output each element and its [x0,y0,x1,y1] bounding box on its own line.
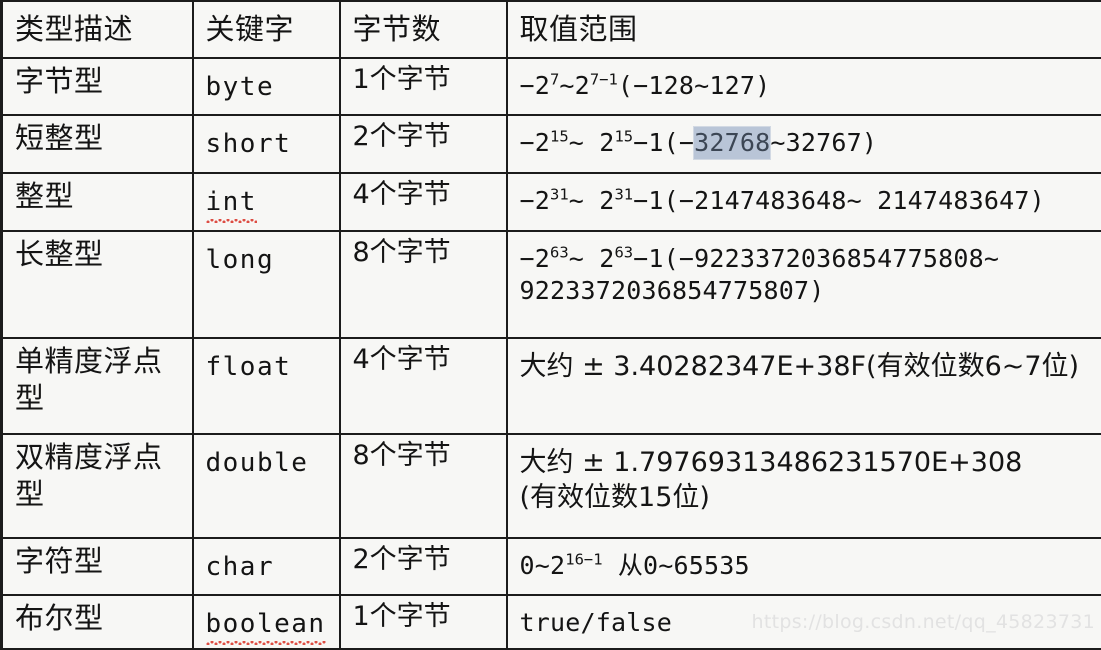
table-row: 双精度浮点型 double 8个字节大约 ± 1.79769313486231570… [2,434,1101,538]
cell-byte-count: 2个字节 [340,115,507,173]
value-range-text: −263~ 263−1(−9223372036854775808~9223372… [520,236,1092,307]
header-cell-keyword: 关键字 [193,1,340,58]
type-description-text: 整型 [15,178,182,215]
cell-byte-count: 2个字节 [340,538,507,595]
byte-count-text: 4个字节 [353,178,496,213]
header-cell-byte-count: 字节数 [340,1,507,58]
exponent: 15 [550,128,569,146]
byte-count-text: 2个字节 [353,543,496,578]
exponent: 63 [614,244,633,262]
keyword-text: long [206,236,329,277]
cell-keyword: byte [193,58,340,115]
cell-keyword: int [193,173,340,231]
type-description-text: 字符型 [15,543,182,580]
cell-type-description: 字符型 [2,538,193,595]
table-header-row: 类型描述 关键字 字节数 取值范围 [2,1,1101,58]
value-range-text: −27~27−1(−128~127) [520,63,1092,102]
value-range-text: −215~ 215−1(−32768~32767) [520,120,1092,159]
value-range-text: 0~216−1 从0~65535 [520,543,1092,582]
value-range-text: true/false [520,600,1092,639]
spellcheck-underline: boolean [206,608,326,641]
keyword-text: int [206,178,329,219]
cell-byte-count: 4个字节 [340,173,507,231]
byte-count-text: 8个字节 [353,236,496,271]
cell-type-description: 短整型 [2,115,193,173]
cell-keyword: long [193,231,340,338]
exponent: 7 [550,71,559,89]
header-cell-value-range: 取值范围 [507,1,1101,58]
exponent: 16−1 [565,551,602,569]
cell-type-description: 双精度浮点型 [2,434,193,538]
byte-count-text: 4个字节 [353,343,496,378]
byte-count-text: 2个字节 [353,120,496,155]
type-description-text: 双精度浮点型 [15,439,182,513]
value-range-text: 大约 ± 3.40282347E+38F(有效位数6~7位) [520,343,1092,385]
keyword-text: short [206,120,329,161]
header-label-keyword: 关键字 [206,6,329,48]
selected-text-run[interactable]: 32768 [694,127,770,159]
exponent: 63 [550,244,569,262]
cell-type-description: 单精度浮点型 [2,338,193,434]
table-row: 字符型 char 2个字节 0~216−1 从0~65535 [2,538,1101,595]
header-cell-type-description: 类型描述 [2,1,193,58]
header-label-type-description: 类型描述 [15,6,182,48]
table-row: 短整型 short 2个字节 −215~ 215−1(−32768~32767) [2,115,1101,173]
table-row: 长整型 long 8个字节 −263~ 263−1(−9223372036854775… [2,231,1101,338]
byte-count-text: 1个字节 [353,600,496,635]
keyword-text: boolean [206,600,329,641]
type-description-text: 布尔型 [15,600,182,637]
document-page: 类型描述 关键字 字节数 取值范围 字节型 byte 1个字节 −27~27−1(−1… [0,0,1101,648]
cell-byte-count: 4个字节 [340,338,507,434]
type-description-text: 字节型 [15,63,182,100]
byte-count-text: 8个字节 [353,439,496,474]
cell-value-range: −231~ 231−1(−2147483648~ 2147483647) [507,173,1101,231]
cell-byte-count: 8个字节 [340,434,507,538]
byte-count-text: 1个字节 [353,63,496,98]
keyword-text: double [206,439,329,480]
cell-keyword: boolean [193,595,340,649]
exponent: 31 [614,186,633,204]
table-body: 类型描述 关键字 字节数 取值范围 字节型 byte 1个字节 −27~27−1(−1… [2,1,1101,649]
cell-value-range: −27~27−1(−128~127) [507,58,1101,115]
table-row: 整型 int 4个字节 −231~ 231−1(−2147483648~ 214748… [2,173,1101,231]
keyword-text: byte [206,63,329,104]
exponent: 7−1 [590,71,618,89]
header-label-value-range: 取值范围 [520,6,1092,48]
table-row: 字节型 byte 1个字节 −27~27−1(−128~127) [2,58,1101,115]
cell-keyword: float [193,338,340,434]
exponent: 31 [550,186,569,204]
cell-value-range: 0~216−1 从0~65535 [507,538,1101,595]
keyword-text: char [206,543,329,584]
cell-byte-count: 1个字节 [340,595,507,649]
java-data-types-table: 类型描述 关键字 字节数 取值范围 字节型 byte 1个字节 −27~27−1(−1… [0,0,1101,650]
header-label-byte-count: 字节数 [353,6,496,48]
cell-type-description: 字节型 [2,58,193,115]
cell-keyword: char [193,538,340,595]
cell-type-description: 布尔型 [2,595,193,649]
cell-type-description: 长整型 [2,231,193,338]
spellcheck-underline: int [206,186,257,219]
cell-value-range: 大约 ± 3.40282347E+38F(有效位数6~7位) [507,338,1101,434]
type-description-text: 单精度浮点型 [15,343,182,417]
type-description-text: 长整型 [15,236,182,273]
cell-keyword: double [193,434,340,538]
cell-value-range: 大约 ± 1.79769313486231570E+308(有效位数15位) [507,434,1101,538]
table-row: 布尔型 boolean 1个字节 true/false [2,595,1101,649]
value-range-text: −231~ 231−1(−2147483648~ 2147483647) [520,178,1092,217]
cell-value-range: −263~ 263−1(−9223372036854775808~9223372… [507,231,1101,338]
value-range-text: 大约 ± 1.79769313486231570E+308(有效位数15位) [520,439,1092,515]
cell-type-description: 整型 [2,173,193,231]
cell-byte-count: 1个字节 [340,58,507,115]
table-row: 单精度浮点型 float 4个字节大约 ± 3.40282347E+38F(有效位数… [2,338,1101,434]
keyword-text: float [206,343,329,384]
cell-keyword: short [193,115,340,173]
type-description-text: 短整型 [15,120,182,157]
cell-byte-count: 8个字节 [340,231,507,338]
cell-value-range: −215~ 215−1(−32768~32767) [507,115,1101,173]
exponent: 15 [614,128,633,146]
cell-value-range: true/false [507,595,1101,649]
